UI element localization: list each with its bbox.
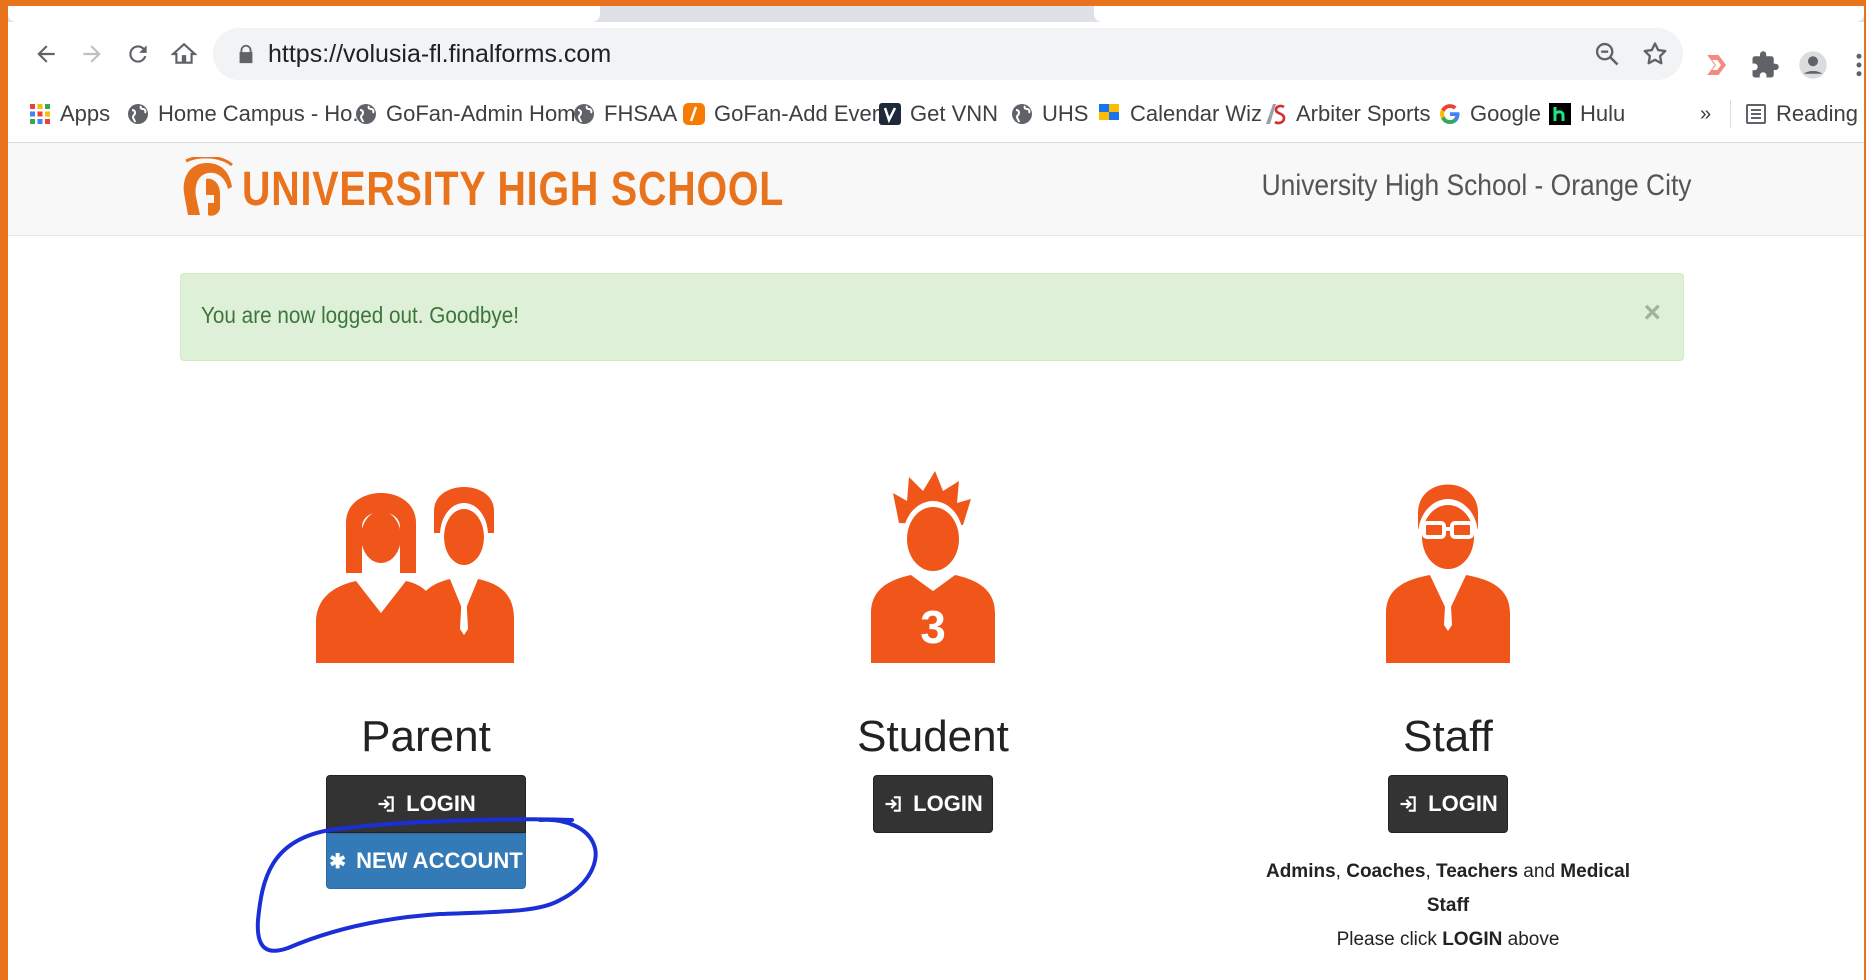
browser-toolbar: https://volusia-fl.finalforms.com [8,22,1864,86]
new-account-button[interactable]: ✱ NEW ACCOUNT [326,833,526,889]
parent-section: Parent LOGIN ✱ NEW ACCOUNT [226,463,626,889]
student-login-button[interactable]: LOGIN [873,775,993,833]
alert-message: You are now logged out. Goodbye! [201,302,520,328]
bookmark-label: FHSAA [604,101,678,126]
staff-note-line-1: Admins, Coaches, Teachers and Medical St… [1265,861,1630,916]
bookmarks-divider [1730,100,1731,128]
staff-login-button[interactable]: LOGIN [1388,775,1508,833]
globe-icon [128,104,148,124]
bookmark-label: Google [1470,101,1541,126]
profile-avatar-icon[interactable] [1798,50,1828,80]
bookmark-label: GoFan-Add Event [714,101,891,126]
parent-login-button[interactable]: LOGIN [326,775,526,833]
reading-list-icon [1746,104,1766,124]
google-icon [1440,104,1460,124]
login-icon [378,796,394,812]
site-header: UNIVERSITY HIGH SCHOOL University High S… [8,143,1864,236]
student-section: 3 Student LOGIN [733,463,1133,833]
bookmark-label: UHS [1042,101,1089,126]
school-logo[interactable]: UNIVERSITY HIGH SCHOOL [178,157,903,221]
reading-list-label: Reading lis [1776,101,1864,126]
back-arrow-icon [37,45,55,63]
menu-kebab-icon[interactable] [1844,50,1864,80]
bookmark-apps[interactable]: Apps [28,96,110,132]
bookmark-gofan-add-event[interactable]: GoFan-Add Event [682,96,890,132]
bookmark-label: GoFan-Admin Home [386,101,588,126]
bookmark-google[interactable]: Google [1438,96,1541,132]
url-text[interactable]: https://volusia-fl.finalforms.com [268,40,611,69]
bookmark-label: Hulu [1580,101,1626,126]
alert-close-icon[interactable]: × [1643,296,1661,330]
overflow-chevron-icon: » [1700,102,1712,125]
forward-arrow-icon [83,45,101,63]
cast-extension-icon[interactable] [1701,50,1731,80]
bookmark-uhs[interactable]: UHS [1010,96,1088,132]
globe-icon [574,104,594,124]
gofan-icon [683,103,705,125]
staff-section: Staff LOGIN Admins, Coaches, Teachers an… [1248,463,1648,957]
home-button[interactable] [166,36,202,72]
reading-list-button[interactable]: Reading lis [1744,96,1864,132]
bookmark-label: Home Campus - Ho... [158,101,371,126]
login-icon [1400,796,1416,812]
browser-tab[interactable] [8,6,600,22]
bookmark-star-icon[interactable] [1641,40,1669,68]
globe-icon [356,104,376,124]
bookmark-get-vnn[interactable]: Get VNN [878,96,998,132]
login-icon [885,796,901,812]
bookmarks-overflow-button[interactable]: » [1700,96,1711,132]
reload-button[interactable] [120,36,156,72]
browser-window: https://volusia-fl.finalforms.com Apps H… [8,6,1864,980]
student-avatar-icon: 3 [871,471,995,663]
arbiter-icon [1266,104,1286,125]
address-bar[interactable]: https://volusia-fl.finalforms.com [213,28,1683,80]
bookmark-label: Calendar Wiz [1130,101,1263,126]
bookmark-fhsaa[interactable]: FHSAA [572,96,677,132]
parent-title: Parent [361,712,491,761]
staff-note-line-2: Please click LOGIN above [1336,929,1560,950]
forward-button[interactable] [74,36,110,72]
vnn-icon [879,103,901,125]
staff-title: Staff [1403,712,1493,761]
calendarwiz-icon [1099,104,1119,120]
new-account-label: NEW ACCOUNT [356,848,523,873]
bookmark-calendar-wiz[interactable]: Calendar Wiz [1098,96,1262,132]
globe-icon [1012,104,1032,124]
apps-grid-icon [30,104,50,124]
home-icon [171,42,197,64]
lock-icon[interactable] [235,43,257,65]
hulu-icon [1549,103,1571,125]
bookmark-label: Get VNN [910,101,999,126]
jersey-number: 3 [920,601,946,653]
login-label: LOGIN [406,791,476,816]
back-button[interactable] [28,36,64,72]
login-label: LOGIN [1428,791,1498,816]
bookmark-gofan-admin-home[interactable]: GoFan-Admin Home [354,96,588,132]
bookmark-arbiter-sports[interactable]: Arbiter Sports [1264,96,1431,132]
bookmark-label: Apps [60,101,111,126]
bookmark-home-campus[interactable]: Home Campus - Ho... [126,96,371,132]
bookmarks-bar: Apps Home Campus - Ho... GoFan-Admin Hom… [8,86,1864,143]
zoom-icon[interactable] [1593,40,1621,68]
bookmark-label: Arbiter Sports [1296,101,1431,126]
logo-text: UNIVERSITY HIGH SCHOOL [242,162,785,216]
bookmark-hulu[interactable]: Hulu [1548,96,1625,132]
spartan-helmet-icon [183,157,233,216]
parent-avatar-icon [316,487,514,663]
student-title: Student [857,712,1009,761]
asterisk-icon: ✱ [329,850,347,873]
staff-avatar-icon [1386,484,1510,663]
staff-note: Admins, Coaches, Teachers and Medical St… [1248,855,1648,957]
logout-alert: You are now logged out. Goodbye! × [180,273,1684,361]
browser-tab[interactable] [1094,6,1864,22]
web-page: UNIVERSITY HIGH SCHOOL University High S… [8,143,1864,980]
tab-strip [8,6,1864,22]
school-name: University High School - Orange City [1262,169,1692,202]
extensions-puzzle-icon[interactable] [1750,50,1780,80]
reload-icon [129,45,147,63]
login-label: LOGIN [913,791,983,816]
